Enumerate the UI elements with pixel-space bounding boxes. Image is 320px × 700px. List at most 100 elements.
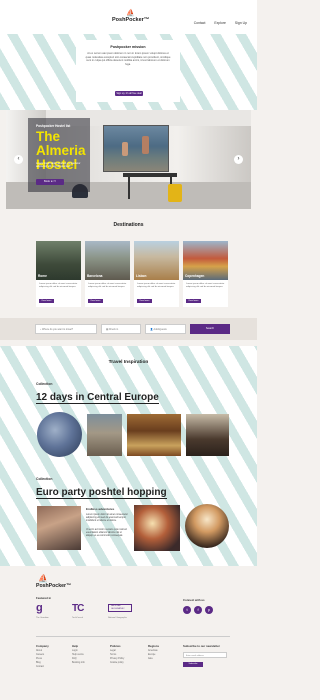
- facebook-icon[interactable]: f: [194, 606, 202, 614]
- site-footer: ⛵ PoshPocker™ Featured in g TC NATIONAL …: [0, 566, 257, 700]
- carousel-next-icon[interactable]: ›: [234, 155, 243, 164]
- yellow-chair: [168, 184, 182, 202]
- featured-heading: Featured in: [36, 596, 52, 600]
- press-caption: National Geographic: [108, 617, 127, 619]
- intro-section: Poshpocker mission At ex occum ate ipsum…: [0, 34, 257, 110]
- footer-link[interactable]: Contact: [36, 666, 44, 669]
- destination-card[interactable]: Rome Lorem ipsum dolor sit amet consecte…: [36, 241, 81, 307]
- inspiration-title: Travel Inspiration: [108, 360, 149, 365]
- travel-inspiration-section: Travel Inspiration Collection 12 days in…: [0, 346, 257, 566]
- destination-text: Lorem ipsum dolor sit amet consectetur a…: [186, 283, 225, 288]
- guardian-logo[interactable]: g: [36, 602, 43, 614]
- footer-link[interactable]: Americas: [148, 650, 158, 653]
- signup-button[interactable]: Sign up, it's all free deal: [115, 91, 143, 96]
- guests-field[interactable]: 👤 Adult/guests: [145, 324, 186, 334]
- painting-figure: [122, 142, 128, 156]
- footer-logo[interactable]: PoshPocker™: [36, 583, 71, 589]
- footer-link[interactable]: Terms: [110, 654, 116, 657]
- destination-name: Rome: [38, 274, 47, 278]
- collection-label: Collection: [36, 382, 53, 386]
- collection-image: [185, 504, 229, 548]
- checkin-date-field[interactable]: ▦ Check in: [101, 324, 141, 334]
- footer-link[interactable]: Help centre: [72, 654, 84, 657]
- footer-col-heading: Policies: [110, 644, 121, 648]
- pinterest-icon[interactable]: p: [205, 606, 213, 614]
- destination-card[interactable]: Lisbon Lorem ipsum dolor sit amet consec…: [134, 241, 179, 307]
- footer-divider: [36, 636, 230, 637]
- search-button[interactable]: Search: [190, 324, 230, 334]
- collection-image: [37, 412, 82, 457]
- hero-subtitle: Lorem ipsum dolor sit amet, consectetur …: [36, 162, 81, 169]
- newsletter-email-input[interactable]: Enter email address: [183, 652, 227, 658]
- hero-painting-image: [103, 125, 169, 172]
- footer-link[interactable]: Cookie policy: [110, 662, 124, 665]
- collection-image: [87, 414, 122, 456]
- footer-link[interactable]: Blog: [36, 662, 41, 665]
- main-nav: Contact Explore Sign Up: [194, 21, 247, 25]
- collection-image: [134, 505, 180, 551]
- destination-search-input[interactable]: ⌕ Where do you want to travel?: [35, 324, 97, 334]
- destination-text: Lorem ipsum dolor sit amet consectetur a…: [137, 283, 176, 288]
- destination-name: Copenhagen: [185, 274, 205, 278]
- footer-col-heading: Company: [36, 644, 49, 648]
- nav-explore[interactable]: Explore: [214, 21, 226, 25]
- destination-name: Lisbon: [136, 274, 147, 278]
- intro-title: Poshpocker mission: [110, 45, 146, 49]
- footer-link[interactable]: Legal: [110, 650, 116, 653]
- footer-link[interactable]: Privacy Policy: [110, 658, 124, 661]
- hero-book-button[interactable]: Book ★ ☐: [36, 179, 64, 185]
- logo-icon: ⛵: [126, 10, 135, 17]
- article-paragraph: Lorem ipsum dolor sit amet consectetur a…: [86, 513, 128, 523]
- search-bar: ⌕ Where do you want to travel? ▦ Check i…: [0, 318, 257, 340]
- painting-figure: [142, 136, 149, 154]
- footer-link[interactable]: Careers: [36, 654, 44, 657]
- read-more-button[interactable]: Read more: [137, 299, 152, 303]
- footer-link[interactable]: Login: [72, 650, 78, 653]
- article-paragraph: Ut enim ad minim veniam quis nostrud exe…: [86, 528, 127, 538]
- intro-card: Poshpocker mission At ex occum ate ipsum…: [76, 40, 180, 102]
- read-more-button[interactable]: Read more: [39, 299, 54, 303]
- collection-title[interactable]: Euro party poshtel hopping: [36, 487, 167, 499]
- footer-link[interactable]: Press: [36, 658, 42, 661]
- hero-label: Poshpocker Hostel list: [36, 124, 71, 128]
- site-header: ⛵ PoshPocker™ Contact Explore Sign Up: [0, 0, 257, 34]
- footer-col-heading: Regions: [148, 644, 160, 648]
- connect-heading: Connect with us: [183, 598, 205, 602]
- footer-link[interactable]: About: [36, 650, 42, 653]
- read-more-button[interactable]: Read more: [88, 299, 103, 303]
- collection-image: [186, 414, 229, 456]
- destination-card[interactable]: Copenhagen Lorem ipsum dolor sit amet co…: [183, 241, 228, 307]
- intro-text: At ex occum ate ipsum dolorem in non in …: [85, 52, 171, 66]
- page: ⛵ PoshPocker™ Contact Explore Sign Up Po…: [0, 0, 257, 700]
- collection-image: [37, 506, 81, 550]
- newsletter-subscribe-button[interactable]: Subscribe: [183, 662, 203, 667]
- hero-carousel: Poshpocker Hostel list The Almeria Hoste…: [6, 110, 251, 209]
- site-logo[interactable]: PoshPocker™: [112, 17, 149, 23]
- destinations-title: Destinations: [113, 222, 144, 228]
- collection-title[interactable]: 12 days in Central Europe: [36, 392, 159, 404]
- footer-link[interactable]: Booking info: [72, 662, 85, 665]
- table-leg: [128, 177, 130, 199]
- destination-card[interactable]: Barcelona Lorem ipsum dolor sit amet con…: [85, 241, 130, 307]
- collection-image: [127, 414, 181, 456]
- destinations-section: Destinations Rome Lorem ipsum dolor sit …: [0, 212, 257, 316]
- article-heading: Endless adventures: [86, 507, 115, 511]
- footer-link[interactable]: Europe: [148, 654, 155, 657]
- footer-link[interactable]: FAQ: [72, 658, 77, 661]
- natgeo-logo[interactable]: NATIONAL GEOGRAPHIC: [108, 604, 132, 612]
- destination-text: Lorem ipsum dolor sit amet consectetur a…: [88, 283, 127, 288]
- carousel-prev-icon[interactable]: ‹: [14, 155, 23, 164]
- hero-table: [123, 173, 177, 177]
- twitter-icon[interactable]: t: [183, 606, 191, 614]
- destination-cards: Rome Lorem ipsum dolor sit amet consecte…: [36, 241, 228, 307]
- newsletter-heading: Subscribe to our newsletter: [183, 644, 220, 648]
- footer-col-heading: Help: [72, 644, 79, 648]
- logo-icon: ⛵: [38, 574, 48, 583]
- footer-link[interactable]: Asia: [148, 658, 152, 661]
- techcrunch-logo[interactable]: TC: [72, 603, 84, 614]
- press-caption: The Guardian: [36, 617, 49, 619]
- read-more-button[interactable]: Read more: [186, 299, 201, 303]
- nav-contact[interactable]: Contact: [194, 21, 206, 25]
- nav-sign-up[interactable]: Sign Up: [235, 21, 247, 25]
- collection-label: Collection: [36, 477, 53, 481]
